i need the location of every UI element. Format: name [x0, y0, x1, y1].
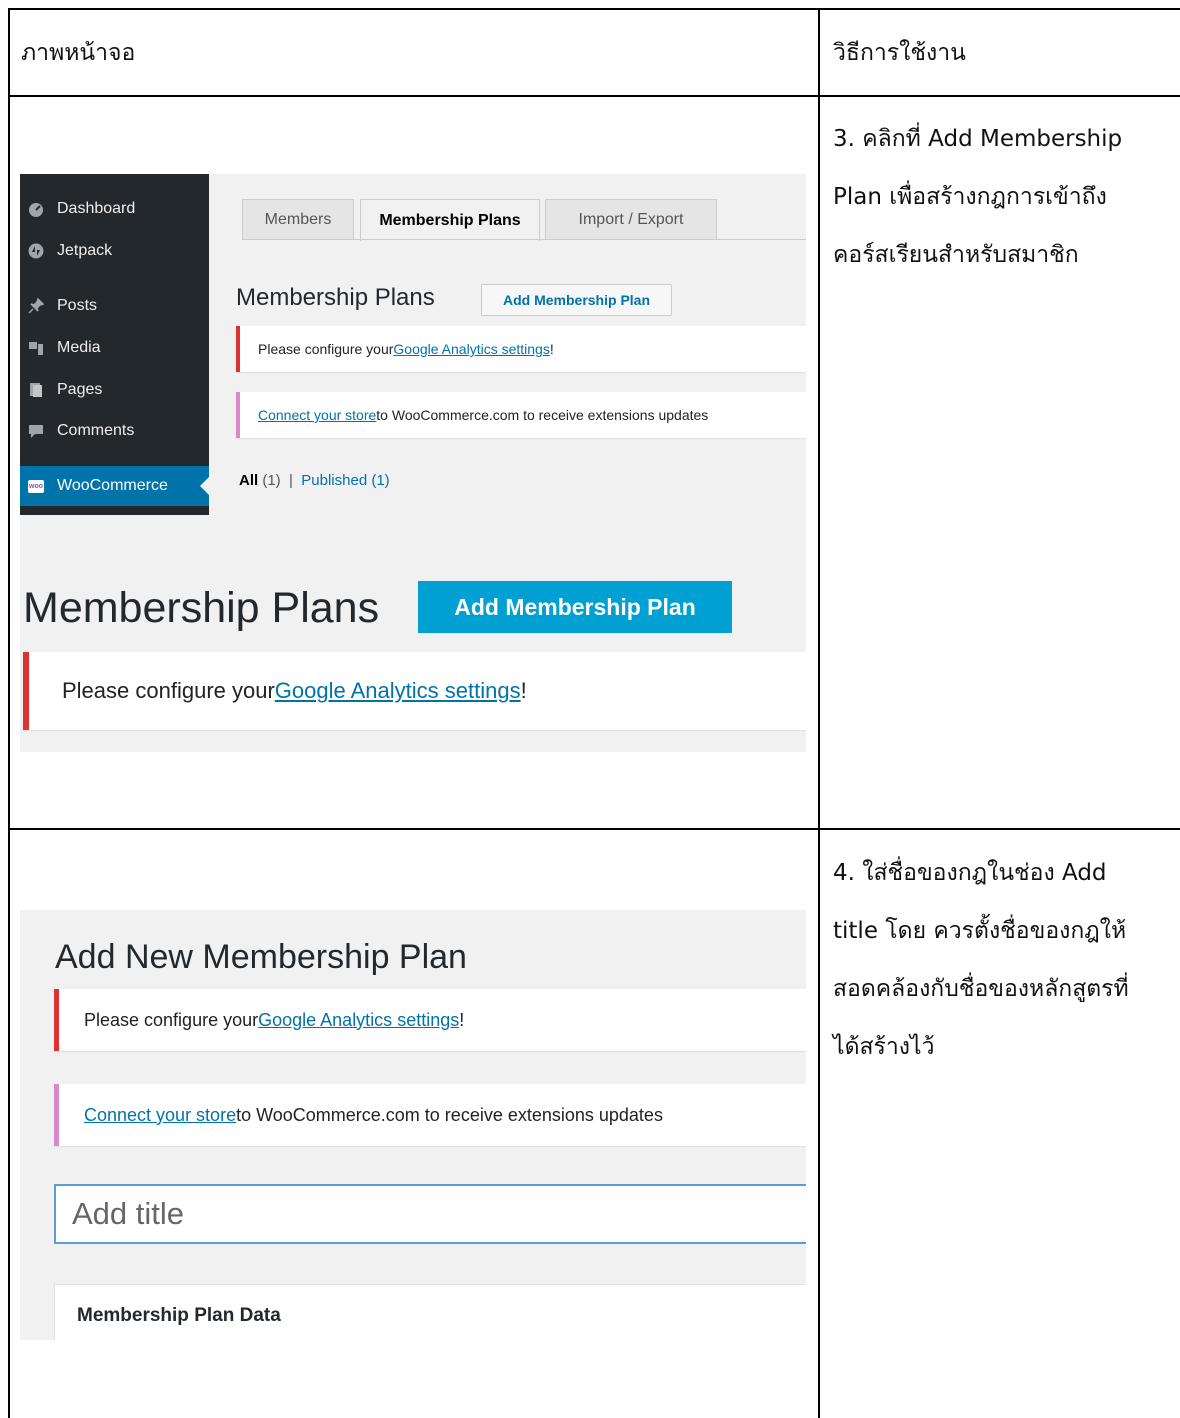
- notice-connect-store: Connect your store to WooCommerce.com to…: [54, 1084, 806, 1146]
- filter-published[interactable]: Published: [301, 472, 367, 489]
- pin-icon: [28, 298, 44, 314]
- zoomed-google-analytics-settings-link[interactable]: Google Analytics settings: [275, 678, 521, 704]
- step4-line-1: 4. ใส่ชื่อของกฎในช่อง Add: [833, 860, 1107, 886]
- comment-icon: [28, 423, 44, 439]
- step3-instructions: 3. คลิกที่ Add Membership Plan เพื่อสร้า…: [833, 122, 1122, 296]
- zoomed-page-title: Membership Plans: [23, 584, 380, 632]
- metabox-title: Membership Plan Data: [77, 1305, 281, 1326]
- notice-text: Please configure your: [258, 341, 394, 357]
- sidebar-item-jetpack[interactable]: Jetpack: [20, 231, 209, 271]
- wp-admin-sidebar: Dashboard Jetpack Posts Media Pages Comm…: [20, 174, 209, 515]
- step3-line-2: Plan เพื่อสร้างกฎการเข้าถึง: [833, 184, 1107, 210]
- sidebar-item-pages[interactable]: Pages: [20, 370, 209, 410]
- notice-text-end: !: [549, 341, 554, 357]
- connect-your-store-link[interactable]: Connect your store: [84, 1105, 236, 1126]
- step4-line-3: สอดคล้องกับชื่อของหลักสูตรที่: [833, 976, 1129, 1002]
- media-icon: [28, 340, 44, 356]
- notice-google-analytics: Please configure your Google Analytics s…: [236, 326, 806, 372]
- notice-google-analytics: Please configure your Google Analytics s…: [54, 989, 806, 1051]
- sidebar-item-label: Jetpack: [57, 242, 113, 259]
- tab-membership-plans[interactable]: Membership Plans: [360, 199, 540, 241]
- sidebar-item-label: Comments: [57, 422, 135, 439]
- tabs-baseline: [242, 239, 806, 240]
- sidebar-item-label: Dashboard: [57, 200, 136, 217]
- notice-text: to WooCommerce.com to receive extensions…: [376, 407, 709, 423]
- header-instructions-column: วิธีการใช้งาน: [833, 40, 966, 66]
- woo-icon: woo: [28, 478, 44, 494]
- sidebar-item-woocommerce[interactable]: woo WooCommerce: [20, 466, 209, 506]
- screenshot-add-new-membership-plan: Add New Membership Plan Please configure…: [20, 910, 806, 1340]
- sidebar-item-label: Posts: [57, 297, 98, 314]
- notice-text: to WooCommerce.com to receive extensions…: [236, 1104, 663, 1125]
- sidebar-item-posts[interactable]: Posts: [20, 286, 209, 326]
- sidebar-item-dashboard[interactable]: Dashboard: [20, 189, 209, 229]
- table-row-divider-1: [8, 95, 1180, 97]
- add-title-input[interactable]: Add title: [54, 1184, 806, 1244]
- google-analytics-settings-link[interactable]: Google Analytics settings: [393, 341, 549, 357]
- add-membership-plan-button[interactable]: Add Membership Plan: [481, 284, 672, 316]
- page-title: Membership Plans: [236, 284, 435, 311]
- table-row-divider-2: [8, 828, 1180, 830]
- sidebar-item-media[interactable]: Media: [20, 328, 209, 368]
- pages-icon: [28, 382, 44, 398]
- zoomed-notice-google-analytics: Please configure your Google Analytics s…: [23, 652, 806, 730]
- filter-all[interactable]: All: [239, 472, 258, 489]
- filter-separator: |: [289, 472, 293, 489]
- step3-line-3: คอร์สเรียนสำหรับสมาชิก: [833, 242, 1079, 268]
- connect-your-store-link[interactable]: Connect your store: [258, 407, 376, 423]
- screenshot-membership-plans: Dashboard Jetpack Posts Media Pages Comm…: [20, 174, 806, 752]
- table-border-left: [8, 8, 10, 1418]
- notice-connect-store: Connect your store to WooCommerce.com to…: [236, 392, 806, 438]
- step4-instructions: 4. ใส่ชื่อของกฎในช่อง Add title โดย ควรต…: [833, 856, 1129, 1088]
- tab-import-export[interactable]: Import / Export: [545, 199, 717, 240]
- notice-text: Please configure your: [62, 678, 275, 703]
- zoomed-add-membership-plan-button[interactable]: Add Membership Plan: [418, 581, 732, 633]
- sidebar-item-comments[interactable]: Comments: [20, 411, 209, 451]
- active-menu-arrow: [200, 477, 209, 495]
- table-border-top: [8, 8, 1180, 10]
- tab-members[interactable]: Members: [242, 199, 354, 240]
- step3-line-1: 3. คลิกที่ Add Membership: [833, 126, 1123, 152]
- notice-text-end: !: [459, 1009, 465, 1030]
- dashboard-icon: [28, 201, 44, 217]
- table-column-divider: [818, 8, 820, 1418]
- jetpack-icon: [28, 243, 44, 259]
- sidebar-item-label: Pages: [57, 381, 103, 398]
- header-screenshot-column: ภาพหน้าจอ: [21, 40, 136, 66]
- membership-plan-data-metabox: Membership Plan Data: [54, 1284, 806, 1340]
- google-analytics-settings-link[interactable]: Google Analytics settings: [258, 1010, 459, 1031]
- notice-text-end: !: [520, 678, 527, 703]
- status-filter: All (1) | Published (1): [239, 472, 390, 489]
- page-title: Add New Membership Plan: [55, 938, 467, 976]
- step4-line-4: ได้สร้างไว้: [833, 1034, 935, 1060]
- sidebar-item-label: WooCommerce: [57, 477, 168, 494]
- filter-published-count: (1): [371, 472, 390, 489]
- step4-line-2: title โดย ควรตั้งชื่อของกฎให้: [833, 918, 1127, 944]
- sidebar-item-label: Media: [57, 339, 101, 356]
- notice-text: Please configure your: [84, 1009, 259, 1030]
- filter-all-count: (1): [262, 472, 281, 489]
